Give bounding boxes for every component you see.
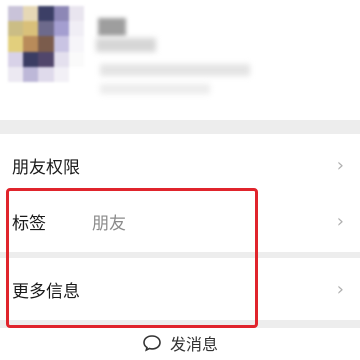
chevron-right-icon: › [336, 278, 344, 300]
avatar-pixel [8, 21, 24, 37]
avatar-pixel [38, 36, 54, 52]
avatar-pixel [68, 6, 84, 22]
friend-permissions-row[interactable]: 朋友权限 › [0, 134, 360, 196]
avatar-pixel [53, 21, 69, 37]
avatar-pixel [38, 66, 54, 82]
blurred-info-secondary [100, 84, 210, 94]
avatar-pixel [23, 21, 39, 37]
blurred-name-detail [96, 38, 156, 52]
avatar[interactable] [8, 6, 84, 82]
more-info-row[interactable]: 更多信息 › [0, 258, 360, 320]
more-info-label: 更多信息 [12, 281, 80, 302]
avatar-pixel [68, 36, 84, 52]
send-message-button[interactable]: 发消息 [0, 326, 360, 360]
chat-bubble-icon [143, 335, 161, 352]
avatar-pixel [38, 21, 54, 37]
avatar-pixel [23, 36, 39, 52]
avatar-pixel [53, 6, 69, 22]
chevron-right-icon: › [336, 210, 344, 232]
tags-row[interactable]: 标签 朋友 › [0, 190, 360, 252]
friend-permissions-label: 朋友权限 [12, 157, 80, 178]
avatar-pixel [38, 51, 54, 67]
section-divider [0, 120, 360, 134]
avatar-pixel [8, 6, 24, 22]
tags-value: 朋友 [92, 213, 126, 234]
avatar-pixel [23, 6, 39, 22]
send-message-label: 发消息 [169, 335, 218, 354]
avatar-pixel [53, 51, 69, 67]
avatar-pixel [23, 66, 39, 82]
avatar-pixel [53, 36, 69, 52]
avatar-pixel [38, 6, 54, 22]
profile-header [0, 0, 360, 120]
blurred-info [100, 64, 250, 76]
avatar-pixel [8, 36, 24, 52]
avatar-pixel [68, 21, 84, 37]
avatar-pixel [8, 66, 24, 82]
chevron-right-icon: › [336, 154, 344, 176]
tags-label: 标签 [12, 213, 46, 234]
avatar-pixel [53, 66, 69, 82]
avatar-pixel [23, 51, 39, 67]
avatar-pixel [68, 66, 84, 82]
blurred-name [98, 18, 126, 36]
avatar-pixel [68, 51, 84, 67]
avatar-pixel [8, 51, 24, 67]
